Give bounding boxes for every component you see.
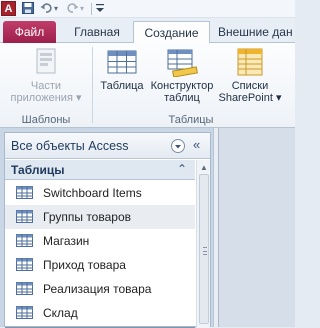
list-item-label: Приход товара	[43, 258, 126, 272]
scrollbar-thumb[interactable]	[199, 174, 209, 324]
group-title: Таблицы	[11, 163, 65, 177]
list-item-label: Switchboard Items	[43, 186, 142, 200]
table-design-icon	[167, 49, 198, 77]
scroll-up-icon[interactable]: ▲	[200, 163, 208, 172]
scroll-grip-icon	[203, 247, 207, 255]
list-item[interactable]: Группы товаров	[5, 205, 195, 229]
redo-dropdown-icon[interactable]: ▾	[80, 2, 84, 16]
table-icon	[16, 210, 33, 223]
list-item[interactable]: Склад	[5, 301, 195, 325]
navigation-pane: Все объекты Access « Таблицы ⌃ Switchboa…	[4, 132, 211, 328]
list-item-label: Склад	[43, 306, 78, 320]
table-icon	[16, 282, 33, 295]
table-icon	[16, 258, 33, 271]
list-item[interactable]: Реализация товара	[5, 277, 195, 301]
navigation-pane-title: Все объекты Access	[11, 139, 129, 153]
ribbon-group-label-templates: Шаблоны	[21, 114, 71, 126]
tab-file[interactable]: Файл	[3, 21, 56, 43]
save-icon[interactable]	[22, 2, 34, 16]
qat-divider	[91, 3, 92, 15]
list-item[interactable]: Магазин	[5, 229, 195, 253]
table-icon	[16, 234, 33, 247]
application-parts-label-1: Части	[30, 80, 62, 92]
list-item-label: Магазин	[43, 234, 90, 248]
sharepoint-lists-icon	[237, 48, 263, 76]
customize-qat-icon[interactable]	[95, 2, 105, 16]
navigation-scrollbar[interactable]: ▲	[196, 160, 210, 328]
navigation-menu-dropdown-icon[interactable]	[171, 139, 185, 153]
tab-create[interactable]: Создание	[133, 21, 210, 44]
table-design-label-2: таблиц	[164, 92, 200, 104]
document-area	[218, 128, 295, 327]
table-label: Таблица	[100, 80, 144, 92]
tab-home[interactable]: Главная	[64, 21, 130, 43]
sharepoint-lists-label-2: SharePoint ▾	[218, 92, 282, 104]
ribbon-panel: Части приложения ▾ Шаблоны Таблица Конст…	[0, 43, 295, 128]
ribbon-group-templates: Части приложения ▾ Шаблоны	[0, 43, 92, 128]
quick-access-toolbar: A ▾ ▾	[0, 0, 295, 18]
shutter-bar-collapse-icon[interactable]: «	[193, 137, 200, 152]
tab-external-data[interactable]: Внешние дан	[218, 21, 308, 43]
table-icon	[16, 306, 33, 319]
application-parts-button[interactable]: Части приложения ▾	[2, 47, 90, 104]
chevron-up-icon: ⌃	[177, 162, 188, 176]
undo-icon[interactable]	[40, 2, 53, 16]
application-parts-label-2: приложения ▾	[10, 92, 82, 104]
table-design-button[interactable]: Конструктор таблиц	[147, 47, 217, 104]
ribbon-group-label-tables: Таблицы	[168, 114, 214, 126]
list-item[interactable]: Приход товара	[5, 253, 195, 277]
list-item-label: Группы товаров	[43, 210, 131, 224]
application-parts-icon	[36, 48, 56, 74]
sharepoint-lists-button[interactable]: Списки SharePoint ▾	[217, 47, 283, 104]
ribbon-group-tables: Таблица Конструктор таблиц Списки ShareP…	[93, 43, 295, 128]
access-logo: A	[1, 1, 16, 16]
navigation-pane-header[interactable]: Все объекты Access «	[5, 133, 210, 159]
group-header-tables[interactable]: Таблицы ⌃	[5, 160, 195, 180]
list-item-label: Реализация товара	[43, 282, 152, 296]
workspace: Все объекты Access « Таблицы ⌃ Switchboa…	[0, 128, 295, 328]
sharepoint-lists-label-1: Списки	[231, 80, 269, 92]
table-button[interactable]: Таблица	[97, 47, 147, 92]
table-icon	[16, 186, 33, 199]
table-design-label-1: Конструктор	[150, 80, 214, 92]
list-item[interactable]: Switchboard Items	[5, 181, 195, 205]
table-icon	[107, 50, 137, 74]
redo-icon[interactable]	[66, 2, 79, 16]
ribbon-tabs: Файл Главная Создание Внешние дан	[0, 18, 295, 44]
undo-dropdown-icon[interactable]: ▾	[54, 2, 58, 16]
